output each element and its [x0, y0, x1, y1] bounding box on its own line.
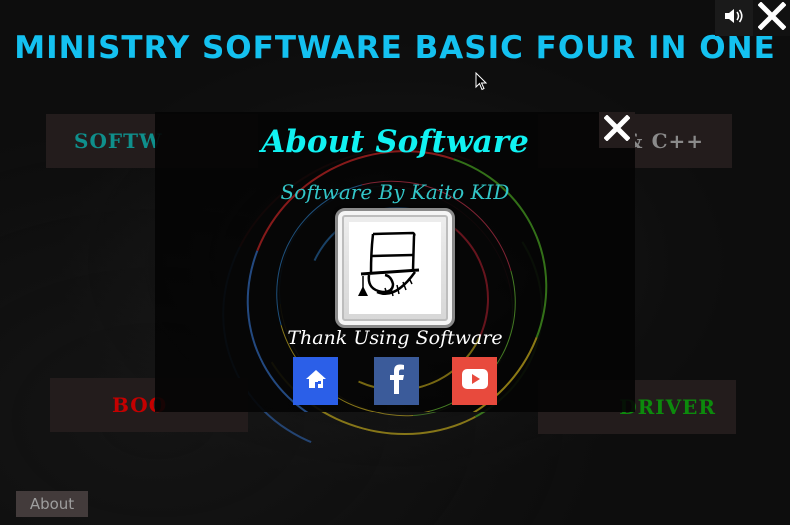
- facebook-link-button[interactable]: [374, 357, 419, 405]
- close-icon: [757, 0, 787, 35]
- about-button[interactable]: About: [16, 491, 88, 517]
- speaker-icon: [723, 7, 745, 30]
- home-link-button[interactable]: [293, 357, 338, 405]
- menu-cpp-label: & C++: [624, 129, 704, 153]
- sound-button[interactable]: [715, 0, 753, 36]
- close-app-button[interactable]: [753, 0, 790, 36]
- app-title: MINISTRY SOFTWARE BASIC FOUR IN ONE: [14, 30, 776, 66]
- youtube-link-button[interactable]: [452, 357, 497, 405]
- modal-title: About Software: [261, 124, 529, 160]
- facebook-icon: [389, 364, 405, 399]
- modal-subtitle: Software By Kaito KID: [280, 180, 510, 204]
- kaito-kid-logo-icon: [349, 222, 441, 314]
- thanks-text: Thank Using Software: [287, 327, 503, 349]
- modal-close-button[interactable]: [599, 112, 635, 148]
- close-icon: [603, 113, 631, 146]
- home-icon: [305, 369, 327, 394]
- mouse-cursor-icon: [475, 71, 488, 96]
- logo-frame: [335, 208, 455, 328]
- youtube-icon: [461, 368, 489, 395]
- menu-software-label: SOFTW: [74, 129, 163, 153]
